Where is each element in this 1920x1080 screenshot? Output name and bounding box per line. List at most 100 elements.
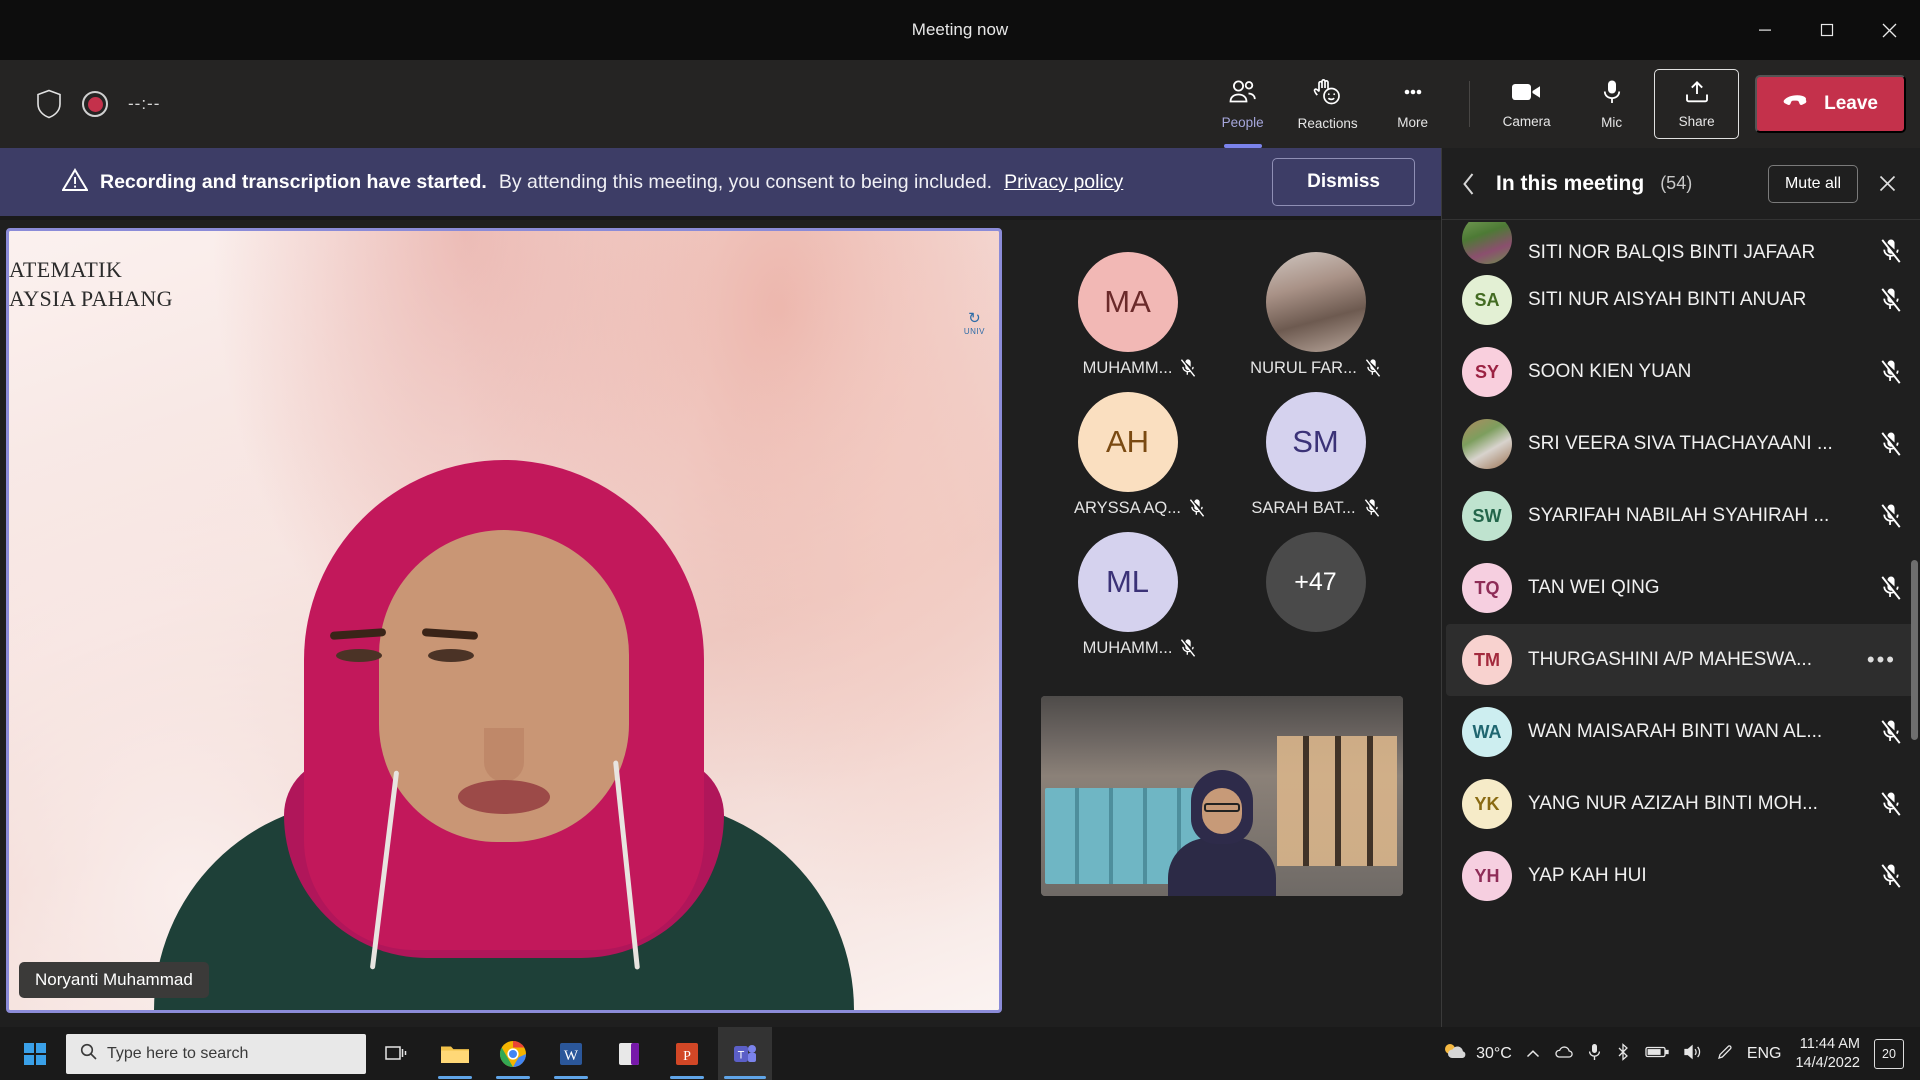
participant-row[interactable]: SW SYARIFAH NABILAH SYAHIRAH ... [1446,480,1916,552]
overflow-count-avatar: +47 [1265,532,1366,632]
toolbar-button-reactions[interactable]: Reactions [1285,68,1370,140]
recording-banner: Recording and transcription have started… [0,148,1441,216]
toolbar-label-people: People [1221,114,1264,130]
mic-off-icon[interactable] [1880,503,1902,529]
notification-badge[interactable]: 20 [1874,1038,1904,1069]
mic-off-icon[interactable] [1880,863,1902,889]
participant-row[interactable]: TM THURGASHINI A/P MAHESWA... ••• [1446,624,1916,696]
minimize-button[interactable] [1734,0,1796,60]
participant-tile[interactable]: +47 [1232,532,1400,658]
privacy-policy-link[interactable]: Privacy policy [1004,171,1123,194]
toolbar-right-group: People Reactions More Camera Mic Share L… [1200,68,1906,148]
participant-tile[interactable]: MA MUHAMM... [1044,252,1212,378]
phone-hangup-icon [1783,93,1811,115]
onedrive-icon[interactable] [1554,1045,1574,1062]
speaker-person [154,450,854,1010]
participant-tile[interactable]: NURUL FAR... [1232,252,1400,378]
participant-avatar: SA [1462,275,1512,325]
self-view-video[interactable] [1040,696,1403,896]
language-indicator[interactable]: ENG [1747,1045,1782,1063]
toolbar-label-share: Share [1678,113,1715,129]
participant-name: SRI VEERA SIVA THACHAYAANI ... [1528,433,1833,454]
participant-tile[interactable]: ML MUHAMM... [1044,532,1212,658]
shared-slide-text: ATEMATIK AYSIA PAHANG [9,257,173,312]
participant-row[interactable]: WA WAN MAISARAH BINTI WAN AL... [1446,696,1916,768]
panel-scrollbar[interactable] [1911,560,1918,740]
microphone-icon[interactable] [1588,1043,1601,1064]
maximize-button[interactable] [1796,0,1858,60]
participant-row[interactable]: YH YAP KAH HUI [1446,840,1916,912]
window-controls [1734,0,1920,60]
pen-icon[interactable] [1717,1044,1733,1063]
google-chrome-icon[interactable] [486,1027,540,1080]
close-panel-icon[interactable] [1870,167,1904,201]
tile-participant-name: MUHAMM... [1082,638,1173,657]
file-explorer-icon[interactable] [428,1027,482,1080]
mic-off-icon[interactable] [1880,238,1902,264]
active-tab-indicator [1224,144,1263,148]
participant-avatar: SW [1462,491,1512,541]
mic-off-icon [1180,638,1196,658]
chevron-left-icon[interactable] [1454,169,1484,199]
more-ellipsis-icon[interactable]: ••• [1867,647,1896,673]
bluetooth-icon[interactable] [1615,1043,1631,1064]
mute-all-button[interactable]: Mute all [1767,164,1858,203]
participant-avatar: WA [1462,707,1512,757]
svg-text:W: W [564,1048,579,1064]
shield-icon [36,89,62,119]
participant-tile[interactable]: AH ARYSSA AQ... [1044,392,1212,518]
participant-tile[interactable]: SM SARAH BAT... [1232,392,1400,518]
mic-off-icon[interactable] [1880,719,1902,745]
participant-count: (54) [1660,173,1693,193]
tile-footer: MUHAMM... [1059,358,1197,378]
toolbar-button-people[interactable]: People [1200,68,1285,148]
participant-avatar: SY [1462,347,1512,397]
svg-text:T: T [738,1049,745,1061]
active-speaker-video[interactable]: ATEMATIK AYSIA PAHANG ↻ UNIV Noryanti Mu… [6,228,1002,1013]
participant-row[interactable]: TQ TAN WEI QING [1446,552,1916,624]
microsoft-onenote-icon[interactable] [602,1027,656,1080]
participant-row[interactable]: SY SOON KIEN YUAN [1446,336,1916,408]
mic-off-icon[interactable] [1880,791,1902,817]
weather-widget[interactable]: 30°C [1442,1041,1512,1066]
tile-footer: NURUL FAR... [1250,358,1381,378]
windows-start-icon[interactable] [8,1027,62,1080]
search-box[interactable]: Type here to search [66,1033,366,1074]
microsoft-teams-icon[interactable]: T [718,1027,772,1080]
share-screen-icon [1684,80,1710,109]
participant-list[interactable]: SITI NOR BALQIS BINTI JAFAAR SA SITI NUR A… [1442,220,1920,1027]
participant-row[interactable]: YK YANG NUR AZIZAH BINTI MOH... [1446,768,1916,840]
participant-name: TAN WEI QING [1528,577,1660,598]
mic-off-icon[interactable] [1880,287,1902,313]
toolbar-button-share[interactable]: Share [1654,69,1740,139]
microsoft-powerpoint-icon[interactable]: P [660,1027,714,1080]
clock[interactable]: 11:44 AM 14/4/2022 [1795,1035,1860,1071]
participant-row[interactable]: SA SITI NUR AISYAH BINTI ANUAR [1446,264,1916,336]
dismiss-button[interactable]: Dismiss [1272,158,1415,206]
mic-off-icon[interactable] [1880,359,1902,385]
mic-off-icon[interactable] [1880,431,1902,457]
participant-avatar [1462,419,1512,469]
close-button[interactable] [1858,0,1920,60]
leave-button-label: Leave [1824,93,1878,114]
tile-footer: SARAH BAT... [1251,498,1379,518]
battery-icon[interactable] [1645,1045,1669,1062]
toolbar-button-camera[interactable]: Camera [1484,68,1569,140]
search-icon [80,1043,97,1065]
toolbar-button-mic[interactable]: Mic [1569,68,1654,140]
toolbar-label-camera: Camera [1502,113,1551,129]
search-placeholder: Type here to search [107,1044,249,1062]
banner-body: By attending this meeting, you consent t… [498,170,993,193]
microsoft-word-icon[interactable]: W [544,1027,598,1080]
mic-off-icon[interactable] [1880,575,1902,601]
volume-icon[interactable] [1683,1044,1703,1063]
main-content-row: ATEMATIK AYSIA PAHANG ↻ UNIV Noryanti Mu… [0,220,1920,1027]
participant-row[interactable]: SRI VEERA SIVA THACHAYAANI ... [1446,408,1916,480]
participant-row[interactable]: SITI NOR BALQIS BINTI JAFAAR [1446,222,1916,264]
leave-button[interactable]: Leave [1755,75,1906,133]
participant-avatar: ML [1077,532,1178,632]
task-view-icon[interactable] [370,1027,424,1080]
toolbar-button-more[interactable]: More [1370,68,1455,140]
tile-participant-name: ARYSSA AQ... [1073,498,1181,517]
chevron-up-icon[interactable] [1526,1046,1540,1062]
